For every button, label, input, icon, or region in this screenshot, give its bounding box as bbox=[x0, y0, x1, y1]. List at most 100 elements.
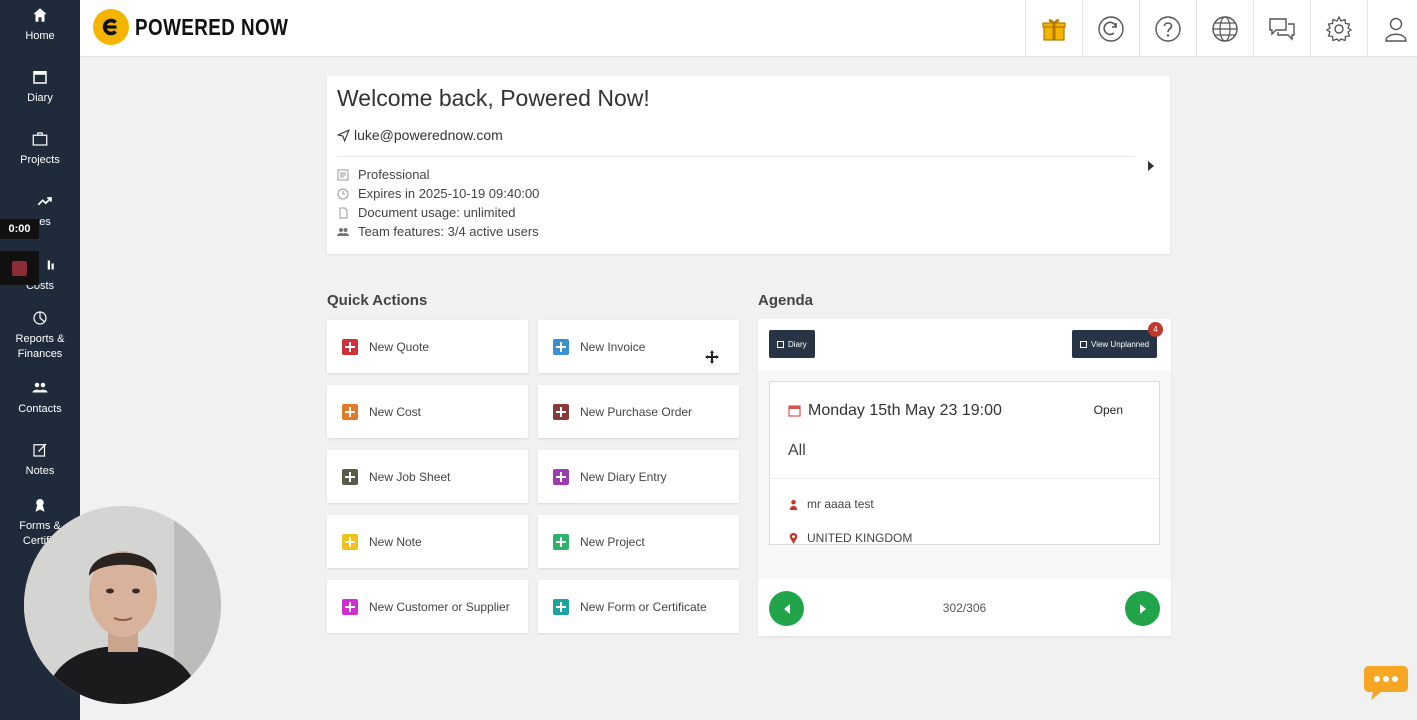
sidebar-item-label: Diary bbox=[27, 92, 53, 104]
action-label: New Form or Certificate bbox=[580, 599, 707, 614]
settings-icon bbox=[1325, 15, 1353, 42]
sidebar-item-notes[interactable]: Notes bbox=[0, 441, 80, 479]
new-invoice-button[interactable]: New Invoice bbox=[538, 320, 739, 373]
divider bbox=[337, 156, 1135, 157]
sidebar-item-contacts[interactable]: Contacts bbox=[0, 379, 80, 417]
new-customer-or-supplier-button[interactable]: New Customer or Supplier bbox=[327, 580, 528, 633]
team-text: Team features: 3/4 active users bbox=[358, 224, 539, 239]
help-icon bbox=[1155, 15, 1181, 42]
live-chat-icon[interactable] bbox=[1363, 662, 1409, 702]
sidebar-item-reports[interactable]: Reports & Finances bbox=[0, 309, 80, 362]
next-event-button[interactable] bbox=[1125, 591, 1160, 626]
topbar: POWERED NOW bbox=[80, 0, 1417, 57]
expand-arrow-icon[interactable] bbox=[1146, 160, 1156, 172]
trending-up-icon bbox=[37, 197, 52, 206]
webcam-overlay bbox=[24, 506, 221, 704]
plus-icon bbox=[553, 403, 569, 420]
sidebar-item-label: Notes bbox=[25, 465, 55, 477]
settings-button[interactable] bbox=[1310, 0, 1367, 57]
send-icon bbox=[337, 128, 350, 142]
sidebar-item-diary[interactable]: Diary bbox=[0, 68, 80, 106]
people-icon bbox=[32, 382, 48, 393]
arrow-right-icon bbox=[1139, 603, 1146, 614]
profile-button[interactable] bbox=[1367, 0, 1417, 57]
stop-icon bbox=[12, 260, 27, 276]
new-project-button[interactable]: New Project bbox=[538, 515, 739, 568]
new-job-sheet-button[interactable]: New Job Sheet bbox=[327, 450, 528, 503]
messages-button[interactable] bbox=[1253, 0, 1310, 57]
license-icon bbox=[337, 169, 349, 180]
view-unplanned-button[interactable]: View Unplanned bbox=[1072, 330, 1158, 358]
new-diary-entry-button[interactable]: New Diary Entry bbox=[538, 450, 739, 503]
sidebar-item-label: Home bbox=[25, 30, 55, 42]
award-icon bbox=[35, 499, 45, 512]
refresh-button[interactable] bbox=[1082, 0, 1139, 57]
calendar-icon bbox=[777, 340, 784, 348]
language-button[interactable] bbox=[1196, 0, 1253, 57]
plus-icon bbox=[553, 468, 569, 485]
event-location-row: UNITED KINGDOM bbox=[788, 531, 912, 544]
new-quote-button[interactable]: New Quote bbox=[327, 320, 528, 373]
unplanned-count-badge: 4 bbox=[1148, 322, 1163, 337]
action-label: New Job Sheet bbox=[369, 469, 451, 484]
action-label: New Quote bbox=[369, 339, 430, 354]
clock-icon bbox=[337, 188, 349, 199]
logo-icon bbox=[93, 9, 129, 45]
agenda-body: Monday 15th May 23 19:00 Open All mr aaa… bbox=[758, 371, 1171, 579]
pie-chart-icon bbox=[33, 311, 47, 325]
event-date: Monday 15th May 23 19:00 bbox=[808, 402, 1002, 419]
diary-button[interactable]: Diary bbox=[769, 330, 815, 358]
help-button[interactable] bbox=[1139, 0, 1196, 57]
sidebar-item-label: Contacts bbox=[18, 403, 62, 415]
new-cost-button[interactable]: New Cost bbox=[327, 385, 528, 438]
document-usage-text: Document usage: unlimited bbox=[358, 205, 516, 220]
plus-icon bbox=[342, 598, 358, 615]
diary-button-label: Diary bbox=[788, 339, 807, 349]
person-icon bbox=[789, 499, 798, 510]
presenter-video bbox=[24, 506, 221, 704]
event-contact: mr aaaa test bbox=[807, 497, 874, 511]
event-assignee: All bbox=[788, 442, 806, 459]
sidebar-item-home[interactable]: Home bbox=[0, 6, 80, 44]
sidebar-item-label: Projects bbox=[20, 154, 60, 166]
brand-name: POWERED NOW bbox=[135, 13, 289, 40]
plus-icon bbox=[342, 533, 358, 550]
brand-logo[interactable]: POWERED NOW bbox=[93, 9, 322, 45]
calendar-icon bbox=[788, 405, 801, 417]
calendar-icon bbox=[1080, 340, 1087, 348]
new-purchase-order-button[interactable]: New Purchase Order bbox=[538, 385, 739, 438]
gift-button[interactable] bbox=[1025, 0, 1082, 57]
refresh-icon bbox=[1098, 15, 1124, 42]
bar-chart-icon bbox=[47, 260, 54, 270]
pager-count: 302/306 bbox=[942, 601, 987, 615]
home-icon bbox=[33, 8, 47, 22]
team-row: Team features: 3/4 active users bbox=[337, 224, 539, 239]
action-label: New Cost bbox=[369, 404, 422, 419]
plus-icon bbox=[553, 598, 569, 615]
welcome-title: Welcome back, Powered Now! bbox=[337, 85, 650, 111]
document-usage-row: Document usage: unlimited bbox=[337, 205, 516, 220]
email-row: luke@powerednow.com bbox=[337, 127, 503, 143]
stop-recording-button[interactable] bbox=[0, 251, 39, 285]
sidebar-item-projects[interactable]: Projects bbox=[0, 130, 80, 168]
agenda-pager: 302/306 bbox=[758, 579, 1171, 636]
team-icon bbox=[337, 227, 349, 236]
chat-icon bbox=[1269, 17, 1295, 41]
agenda-title: Agenda bbox=[758, 292, 814, 309]
plus-icon bbox=[342, 338, 358, 355]
new-note-button[interactable]: New Note bbox=[327, 515, 528, 568]
agenda-panel: Diary View Unplanned 4 Monday 15th May 2… bbox=[758, 319, 1171, 636]
agenda-event-card[interactable]: Monday 15th May 23 19:00 Open All mr aaa… bbox=[769, 381, 1160, 545]
divider bbox=[770, 478, 1159, 479]
move-cursor-icon bbox=[705, 350, 719, 364]
plus-icon bbox=[553, 338, 569, 355]
map-pin-icon bbox=[789, 532, 798, 544]
action-label: New Note bbox=[369, 534, 422, 549]
plus-icon bbox=[342, 403, 358, 420]
new-form-or-certificate-button[interactable]: New Form or Certificate bbox=[538, 580, 739, 633]
sidebar-item-label: Reports & Finances bbox=[15, 333, 65, 360]
recording-timer: 0:00 bbox=[0, 219, 39, 239]
agenda-toolbar: Diary View Unplanned 4 bbox=[758, 319, 1171, 371]
welcome-card: Welcome back, Powered Now! luke@poweredn… bbox=[327, 76, 1170, 254]
document-icon bbox=[339, 207, 348, 218]
